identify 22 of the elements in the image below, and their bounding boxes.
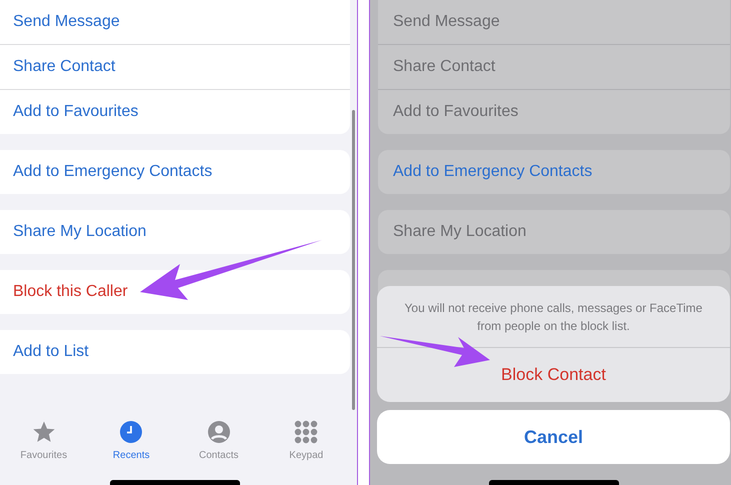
tab[interactable]: Favourites: [4, 420, 84, 461]
action-link[interactable]: Add to Favourites: [13, 103, 138, 121]
action-link[interactable]: Share My Location: [13, 223, 146, 241]
clock-icon: [119, 420, 144, 444]
tab[interactable]: Contacts: [178, 420, 259, 461]
tab[interactable]: Keypad: [266, 420, 346, 461]
star-icon: [32, 420, 56, 444]
cancel-button[interactable]: Cancel: [377, 410, 730, 464]
action-link[interactable]: Share My Location: [393, 223, 526, 241]
person-icon: [206, 420, 231, 444]
tab[interactable]: Recents: [91, 420, 172, 461]
keypad-icon: [294, 420, 318, 444]
action-link[interactable]: Share Contact: [13, 58, 116, 76]
action-link[interactable]: Add to Emergency Contacts: [393, 163, 592, 181]
action-link[interactable]: Add to List: [13, 343, 89, 361]
action-link[interactable]: Send Message: [393, 13, 500, 31]
action-link[interactable]: Add to Favourites: [393, 103, 518, 121]
block-caller-link[interactable]: Block this Caller: [13, 283, 128, 301]
action-link[interactable]: Add to Emergency Contacts: [13, 163, 212, 181]
block-contact-button[interactable]: Block Contact: [377, 348, 730, 402]
action-link[interactable]: Send Message: [13, 13, 120, 31]
action-link[interactable]: Share Contact: [393, 58, 496, 76]
